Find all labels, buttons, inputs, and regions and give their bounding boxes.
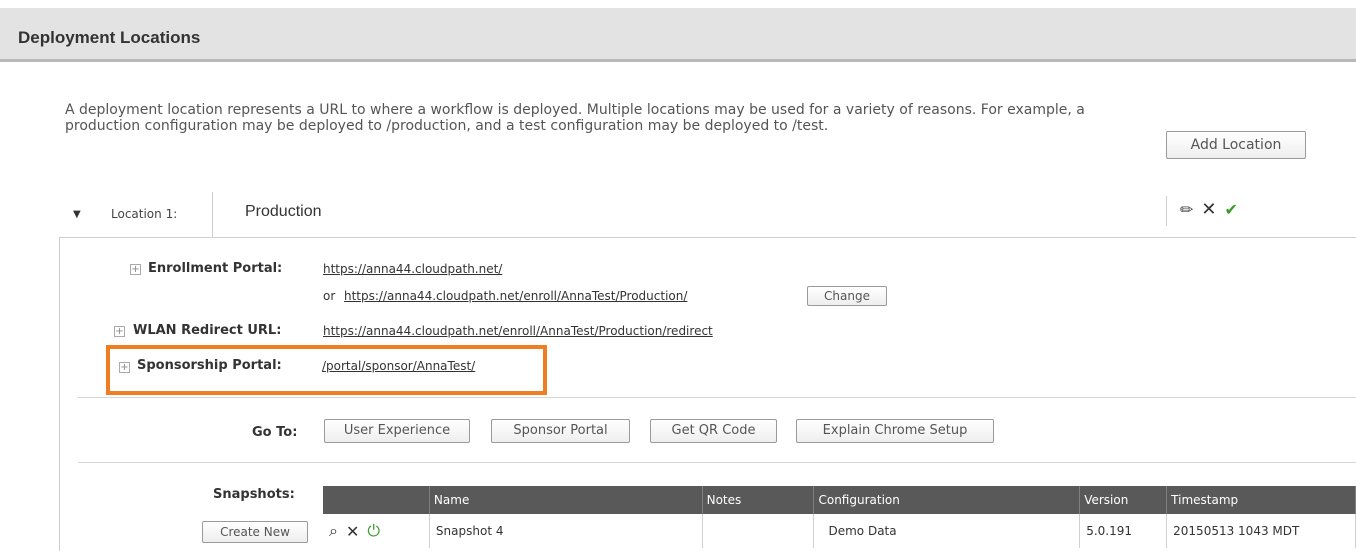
row-actions: ⌕ ✕ ⏻ (323, 514, 430, 548)
pencil-icon[interactable]: ✏︎ (1180, 200, 1193, 220)
change-button[interactable]: Change (807, 286, 887, 306)
user-experience-button[interactable]: User Experience (324, 419, 470, 443)
expand-icon[interactable]: + (130, 264, 141, 275)
column-header-name: Name (429, 486, 703, 514)
add-location-button[interactable]: Add Location (1166, 131, 1306, 159)
page-title: Deployment Locations (18, 28, 201, 47)
close-icon[interactable]: ✕ (346, 522, 359, 541)
highlight-box (106, 345, 547, 395)
snapshots-table: Name Notes Configuration Version Timesta… (323, 486, 1356, 548)
snapshot-version: 5.0.191 (1079, 514, 1168, 548)
column-header-timestamp: Timestamp (1166, 486, 1356, 514)
header-divider (1166, 196, 1167, 226)
snapshot-configuration: Demo Data (813, 514, 1081, 548)
sponsor-portal-button[interactable]: Sponsor Portal (491, 419, 630, 443)
snapshots-label: Snapshots: (213, 487, 295, 502)
column-header-notes: Notes (702, 486, 815, 514)
snapshot-name: Snapshot 4 (429, 514, 703, 548)
get-qr-code-button[interactable]: Get QR Code (650, 419, 777, 443)
column-header-version: Version (1079, 486, 1168, 514)
page-header: Deployment Locations (0, 0, 1356, 62)
create-new-button[interactable]: Create New (202, 521, 308, 543)
snapshot-timestamp: 20150513 1043 MDT (1166, 514, 1356, 548)
table-row: ⌕ ✕ ⏻ Snapshot 4 Demo Data 5.0.191 20150… (323, 514, 1356, 548)
check-icon[interactable]: ✔ (1225, 200, 1238, 220)
section-divider (78, 397, 1356, 398)
enrollment-portal-label: Enrollment Portal: (148, 261, 283, 276)
wlan-redirect-label: WLAN Redirect URL: (133, 323, 282, 338)
table-header-row: Name Notes Configuration Version Timesta… (323, 486, 1356, 514)
enrollment-portal-link[interactable]: https://anna44.cloudpath.net/ (323, 262, 502, 276)
power-icon[interactable]: ⏻ (367, 521, 380, 541)
close-icon[interactable]: ✕ (1201, 200, 1216, 220)
expand-icon[interactable]: + (114, 326, 125, 337)
goto-label: Go To: (252, 425, 298, 440)
location-name: Production (245, 203, 322, 220)
explain-chrome-setup-button[interactable]: Explain Chrome Setup (796, 419, 994, 443)
or-text: or (323, 289, 336, 303)
column-header-configuration: Configuration (813, 486, 1081, 514)
column-header-actions (323, 486, 430, 514)
section-divider (78, 462, 1356, 463)
magnifier-icon[interactable]: ⌕ (329, 521, 338, 541)
enrollment-alt-link[interactable]: https://anna44.cloudpath.net/enroll/Anna… (344, 289, 687, 303)
caret-down-icon[interactable]: ▼ (73, 209, 81, 220)
snapshot-notes (702, 514, 815, 548)
description-text: A deployment location represents a URL t… (65, 102, 1085, 134)
location-label: Location 1: (111, 207, 178, 221)
wlan-redirect-link[interactable]: https://anna44.cloudpath.net/enroll/Anna… (323, 324, 713, 338)
header-divider (212, 192, 213, 237)
location-actions: ✏︎ ✕ ✔ (1180, 200, 1238, 220)
